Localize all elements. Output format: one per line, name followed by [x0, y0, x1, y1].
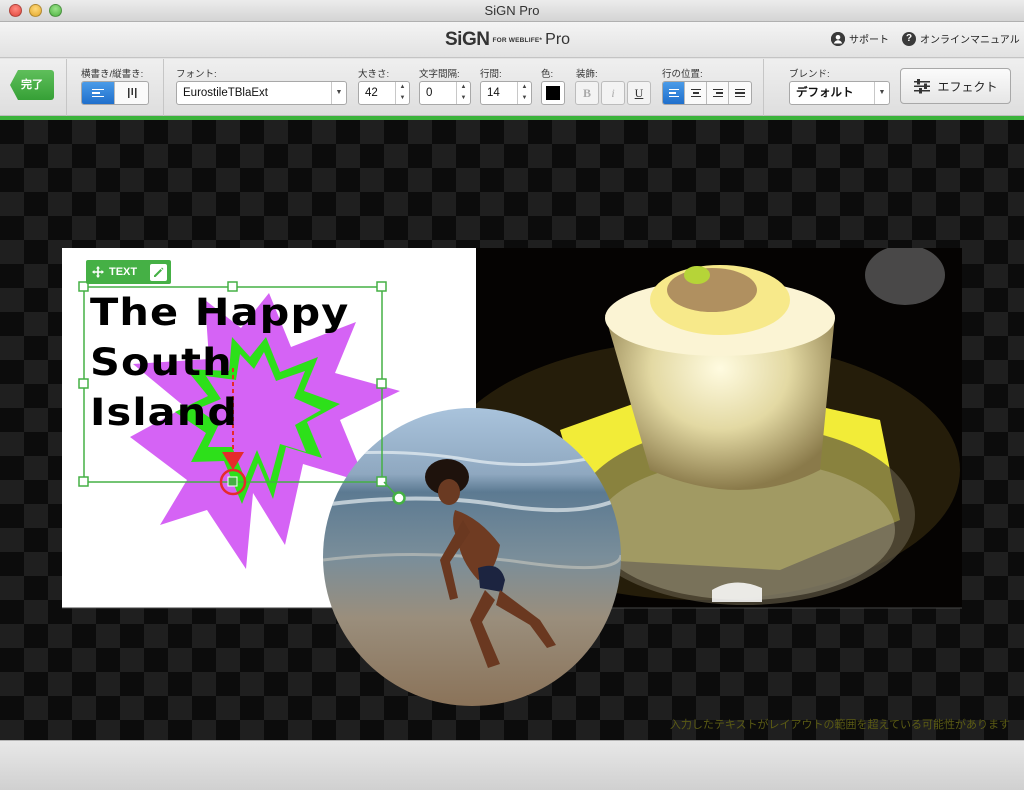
vertical-text-icon — [127, 88, 136, 98]
effect-label: エフェクト — [937, 79, 998, 94]
text-tag-label: TEXT — [109, 266, 138, 278]
align-center-icon — [690, 88, 701, 98]
move-icon[interactable] — [92, 266, 104, 278]
align-right-icon — [712, 88, 723, 98]
chevron-down-icon[interactable]: ▼ — [874, 82, 889, 104]
alignment-group — [662, 81, 752, 105]
horizontal-text-button[interactable] — [82, 82, 115, 104]
orientation-toggle — [81, 81, 149, 105]
horizontal-text-icon — [92, 88, 104, 98]
blend-select[interactable]: デフォルト ▼ — [789, 81, 890, 105]
align-left-icon — [668, 88, 679, 98]
text-line: The Happy — [90, 291, 350, 334]
text-object-tag[interactable]: TEXT — [86, 260, 171, 284]
bold-button[interactable]: B — [575, 81, 599, 105]
align-justify-button[interactable] — [729, 82, 751, 104]
align-label: 行の位置: — [662, 69, 703, 80]
toolbar-divider — [66, 59, 67, 116]
brand-name: SiGN — [445, 29, 490, 50]
leading-label: 行間: — [480, 69, 502, 80]
text-line: South — [90, 341, 233, 384]
toolbar-divider — [163, 59, 164, 116]
text-color-swatch[interactable] — [541, 81, 565, 105]
color-label: 色: — [541, 69, 554, 80]
font-value: EurostileTBlaExt — [183, 87, 269, 99]
blend-value: デフォルト — [796, 87, 854, 99]
close-window-button[interactable] — [9, 4, 22, 17]
brand-sub: FOR WEBLIFE* — [492, 36, 543, 44]
line-spacing-stepper[interactable]: 14 ▲ ▼ — [480, 81, 532, 105]
decoration-label: 装飾: — [576, 69, 598, 80]
window-title: SiGN Pro — [484, 3, 540, 18]
text-toolbar: 完了 横書き/縦書き: フォント: EurostileTBlaExt ▼ 大きさ… — [0, 59, 1024, 116]
design-canvas[interactable]: TEXT The Happy South Island 入力したテキストがレイア… — [0, 120, 1024, 740]
letter-spacing-stepper[interactable]: 0 ▲ ▼ — [419, 81, 471, 105]
vertical-text-button[interactable] — [115, 82, 148, 104]
chevron-down-icon[interactable]: ▼ — [331, 82, 346, 104]
bottom-bar — [0, 740, 1024, 790]
app-header: SiGN FOR WEBLIFE* Pro サポート ? オンラインマニュアル — [0, 22, 1024, 58]
toolbar-divider — [763, 59, 764, 116]
blend-label: ブレンド: — [789, 69, 830, 80]
size-stepper[interactable]: 42 ▲ ▼ — [358, 81, 410, 105]
app-window: SiGN Pro SiGN FOR WEBLIFE* Pro サポート ? オンライ… — [0, 0, 1024, 790]
font-label: フォント: — [176, 69, 217, 80]
effect-button[interactable]: エフェクト — [900, 68, 1011, 104]
zoom-window-button[interactable] — [49, 4, 62, 17]
align-left-button[interactable] — [663, 82, 685, 104]
support-label: サポート — [849, 35, 889, 46]
support-person-icon — [831, 31, 845, 46]
beach-photo-circle[interactable] — [323, 408, 621, 708]
underline-button[interactable]: U — [627, 81, 651, 105]
size-label: 大きさ: — [358, 69, 390, 80]
title-bar: SiGN Pro — [0, 0, 1024, 22]
rotate-handle[interactable] — [392, 491, 406, 505]
align-justify-icon — [735, 88, 745, 98]
spacing-value: 0 — [426, 87, 433, 99]
overflow-warning-text: 入力したテキストがレイアウトの範囲を超えている可能性があります — [669, 719, 1010, 731]
help-question-icon: ? — [902, 31, 916, 46]
effect-sliders-icon — [914, 79, 931, 94]
italic-button[interactable]: i — [601, 81, 625, 105]
manual-label: オンラインマニュアル — [920, 35, 1020, 46]
leading-value: 14 — [487, 87, 500, 99]
support-link[interactable]: サポート — [831, 31, 889, 46]
size-value: 42 — [365, 87, 378, 99]
edit-pencil-icon[interactable] — [150, 263, 167, 281]
stepper-arrows-icon[interactable]: ▲ ▼ — [395, 82, 409, 104]
minimize-window-button[interactable] — [29, 4, 42, 17]
align-center-button[interactable] — [685, 82, 707, 104]
orientation-label: 横書き/縦書き: — [81, 69, 144, 80]
online-manual-link[interactable]: ? オンラインマニュアル — [902, 31, 1020, 46]
stepper-arrows-icon[interactable]: ▲ ▼ — [517, 82, 531, 104]
done-button[interactable]: 完了 — [10, 70, 54, 100]
text-content[interactable]: The Happy South Island — [90, 288, 349, 438]
font-select[interactable]: EurostileTBlaExt ▼ — [176, 81, 347, 105]
brand-edition: Pro — [545, 31, 571, 48]
stepper-arrows-icon[interactable]: ▲ ▼ — [456, 82, 470, 104]
spacing-label: 文字間隔: — [419, 69, 460, 80]
text-line: Island — [90, 391, 239, 434]
align-right-button[interactable] — [707, 82, 729, 104]
brand-logo: SiGN FOR WEBLIFE* Pro — [445, 29, 570, 51]
